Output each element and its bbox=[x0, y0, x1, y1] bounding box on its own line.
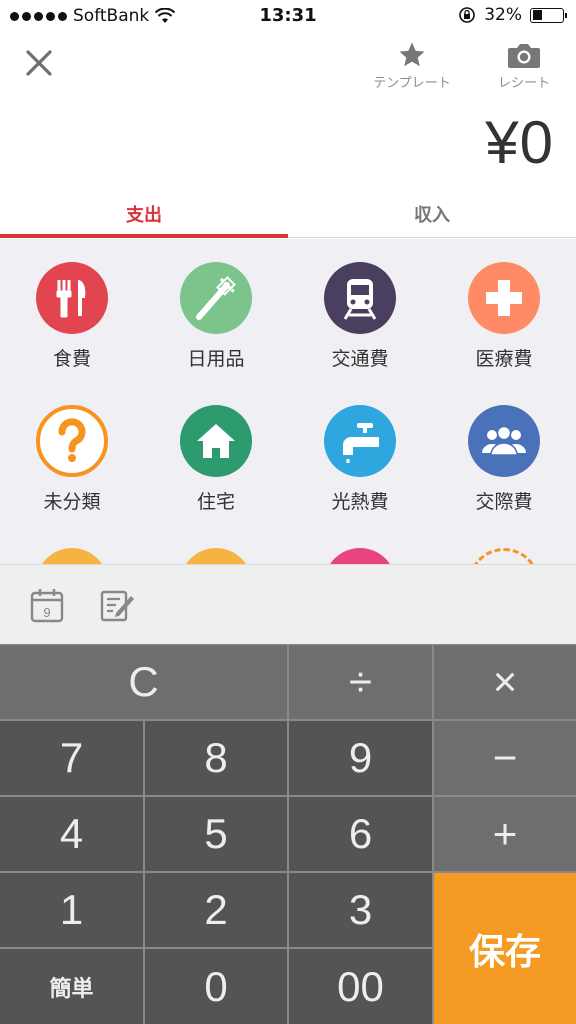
digit-key-5[interactable]: 5 bbox=[145, 797, 287, 871]
train-icon bbox=[324, 262, 396, 334]
divide-key[interactable]: ÷ bbox=[289, 645, 432, 719]
template-button[interactable]: テンプレート bbox=[362, 40, 462, 91]
date-button[interactable]: 9 bbox=[30, 587, 64, 627]
tab-income[interactable]: 収入 bbox=[288, 188, 576, 237]
amount-display: ¥0 bbox=[485, 109, 554, 176]
category-transport[interactable]: 交通費 bbox=[288, 262, 432, 371]
edit-note-icon bbox=[100, 590, 134, 622]
keypad: C ÷ × 7 8 9 − 4 5 6 + 1 2 3 保存 簡単 0 00 bbox=[0, 644, 576, 1024]
category-label: 日用品 bbox=[187, 348, 245, 370]
status-bar: SoftBank 13:31 32% bbox=[0, 0, 576, 32]
category-partial-2[interactable] bbox=[144, 548, 288, 564]
toothbrush-icon bbox=[180, 262, 252, 334]
people-icon bbox=[468, 405, 540, 477]
memo-bar: 9 bbox=[0, 564, 576, 644]
receipt-label: レシート bbox=[497, 76, 550, 91]
category-label: 住宅 bbox=[196, 491, 235, 513]
rotation-lock-icon bbox=[459, 7, 476, 23]
clear-key[interactable]: C bbox=[0, 645, 287, 719]
category-housing[interactable]: 住宅 bbox=[144, 405, 288, 514]
digit-key-1[interactable]: 1 bbox=[0, 873, 143, 947]
simple-mode-key[interactable]: 簡単 bbox=[0, 949, 143, 1024]
close-icon bbox=[26, 50, 52, 76]
tab-expense[interactable]: 支出 bbox=[0, 188, 288, 238]
save-button[interactable]: 保存 bbox=[434, 873, 576, 1024]
type-tabs: 支出 収入 bbox=[0, 188, 576, 238]
digit-key-4[interactable]: 4 bbox=[0, 797, 143, 871]
category-partial-1[interactable] bbox=[0, 548, 144, 564]
house-icon bbox=[180, 405, 252, 477]
category-medical[interactable]: 医療費 bbox=[432, 262, 576, 371]
digit-key-3[interactable]: 3 bbox=[289, 873, 432, 947]
battery-icon bbox=[530, 7, 567, 23]
category-label: 光熱費 bbox=[331, 491, 389, 513]
close-button[interactable] bbox=[20, 44, 58, 82]
template-label: テンプレート bbox=[373, 76, 451, 91]
battery-percent: 32% bbox=[484, 5, 522, 25]
faucet-icon bbox=[324, 405, 396, 477]
category-food[interactable]: 食費 bbox=[0, 262, 144, 371]
category-icon bbox=[36, 548, 108, 564]
plus-key[interactable]: + bbox=[434, 797, 576, 871]
minus-key[interactable]: − bbox=[434, 721, 576, 795]
category-label: 食費 bbox=[52, 348, 91, 370]
digit-key-6[interactable]: 6 bbox=[289, 797, 432, 871]
calendar-icon: 9 bbox=[30, 589, 64, 623]
svg-text:9: 9 bbox=[43, 605, 50, 620]
medical-cross-icon bbox=[468, 262, 540, 334]
category-utilities[interactable]: 光熱費 bbox=[288, 405, 432, 514]
digit-key-8[interactable]: 8 bbox=[145, 721, 287, 795]
category-social[interactable]: 交際費 bbox=[432, 405, 576, 514]
category-label: 未分類 bbox=[43, 491, 101, 513]
status-right: 32% bbox=[458, 5, 567, 25]
category-icon bbox=[180, 548, 252, 564]
multiply-key[interactable]: × bbox=[434, 645, 576, 719]
digit-key-2[interactable]: 2 bbox=[145, 873, 287, 947]
digit-key-9[interactable]: 9 bbox=[289, 721, 432, 795]
add-category-icon bbox=[468, 548, 540, 564]
receipt-button[interactable]: レシート bbox=[474, 40, 574, 91]
digit-key-0[interactable]: 0 bbox=[145, 949, 287, 1024]
category-partial-3[interactable] bbox=[288, 548, 432, 564]
camera-icon bbox=[508, 44, 540, 68]
category-daily-goods[interactable]: 日用品 bbox=[144, 262, 288, 371]
category-uncategorized[interactable]: 未分類 bbox=[0, 405, 144, 514]
category-grid: 食費 日用品 交通費 医療費 未分類 住宅 光熱費 交際費 bbox=[0, 239, 576, 564]
question-icon bbox=[36, 405, 108, 477]
star-icon bbox=[399, 42, 425, 67]
category-icon bbox=[324, 548, 396, 564]
category-partial-4[interactable] bbox=[432, 548, 576, 564]
fork-knife-icon bbox=[36, 262, 108, 334]
memo-button[interactable] bbox=[100, 587, 136, 627]
category-label: 医療費 bbox=[475, 348, 533, 370]
category-label: 交通費 bbox=[331, 348, 389, 370]
double-zero-key[interactable]: 00 bbox=[289, 949, 432, 1024]
category-label: 交際費 bbox=[475, 491, 533, 513]
digit-key-7[interactable]: 7 bbox=[0, 721, 143, 795]
